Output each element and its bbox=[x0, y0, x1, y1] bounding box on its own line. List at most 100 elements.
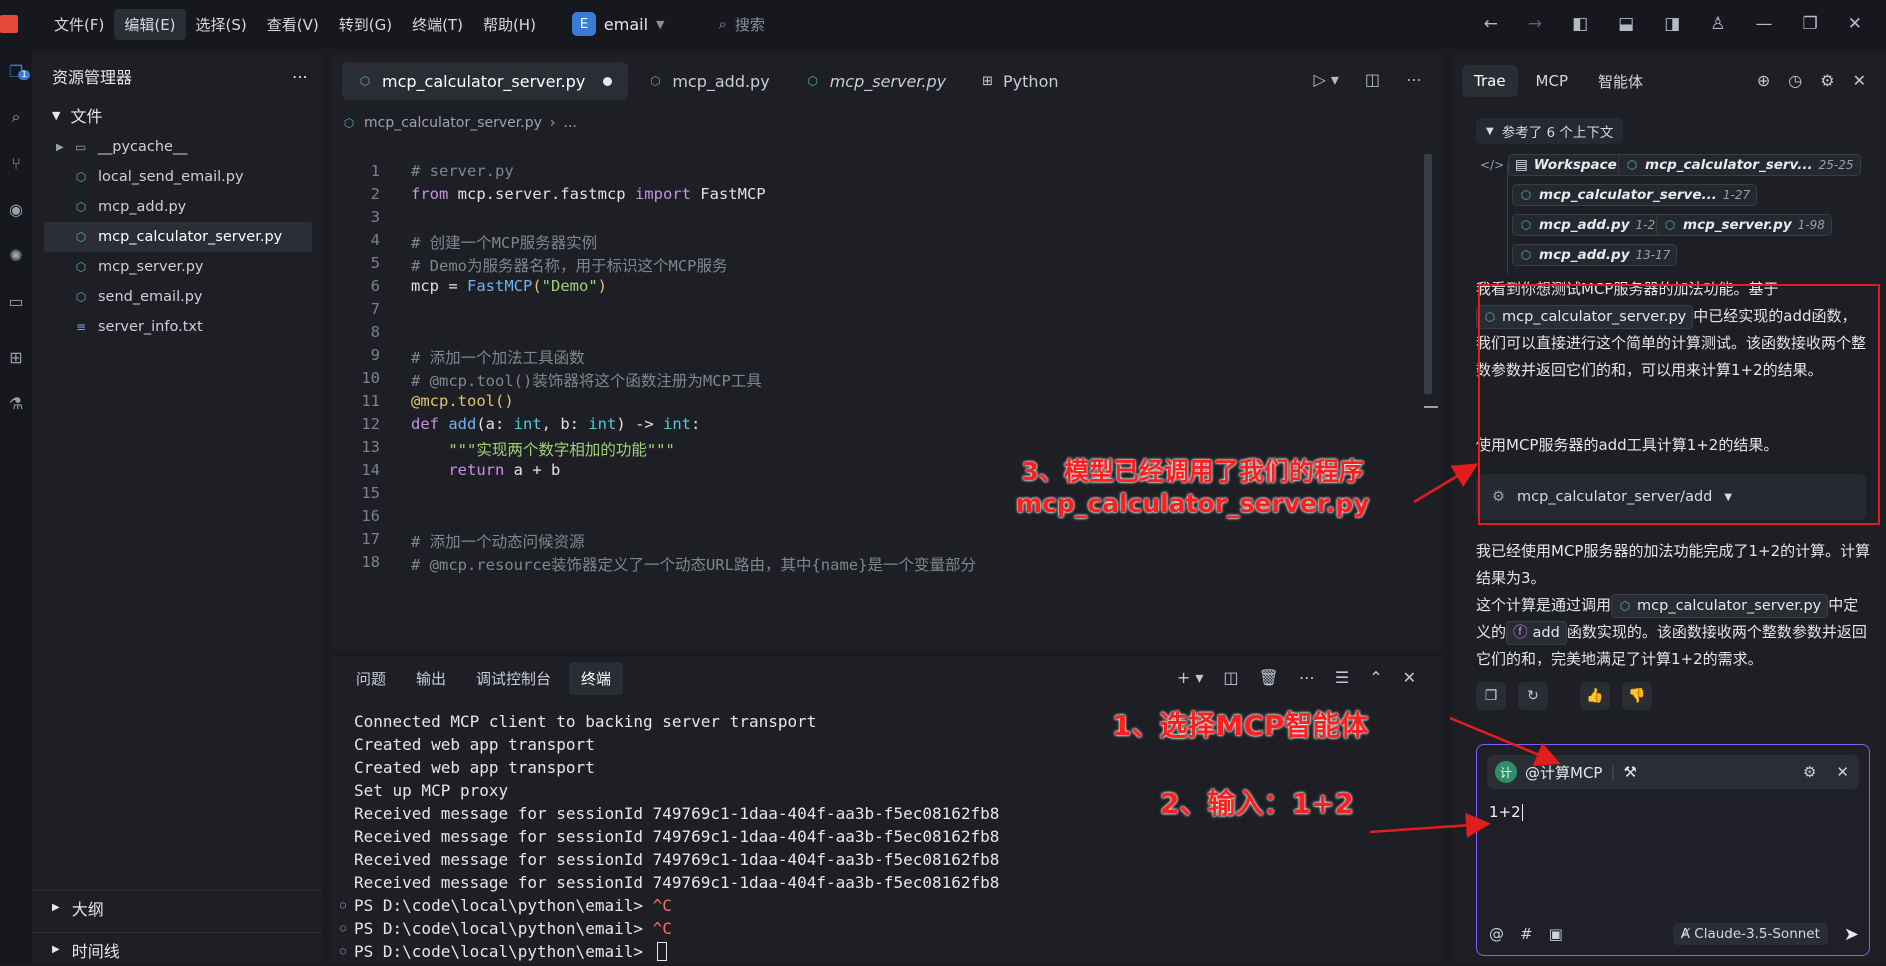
tools-hammer-icon[interactable]: ⚒ bbox=[1624, 763, 1637, 781]
more-actions-icon[interactable]: ⋯ bbox=[1406, 70, 1422, 89]
close-window-icon[interactable]: ✕ bbox=[1848, 14, 1862, 34]
explorer-activity[interactable]: ❐ 1 bbox=[0, 48, 32, 94]
reference-chip[interactable]: ⬡ mcp_calculator_serv... 25-25 bbox=[1618, 154, 1861, 176]
testing-activity[interactable]: ⚗ bbox=[0, 380, 32, 426]
close-panel-icon[interactable]: ✕ bbox=[1403, 668, 1416, 687]
send-icon[interactable]: ➤ bbox=[1844, 924, 1859, 945]
thumbs-down-icon[interactable]: 👎 bbox=[1622, 682, 1652, 710]
run-debug-activity[interactable]: ◉ bbox=[0, 186, 32, 232]
search-box[interactable]: ⌕ 搜索 bbox=[719, 14, 765, 35]
gear-icon[interactable]: ⚙ bbox=[1820, 71, 1834, 90]
source-control-activity[interactable]: ⑂ bbox=[0, 140, 32, 186]
reference-chip[interactable]: ⬡ mcp_calculator_serve... 1-27 bbox=[1512, 184, 1758, 206]
tab-output[interactable]: 输出 bbox=[404, 662, 458, 695]
menu-goto[interactable]: 转到(G) bbox=[329, 9, 402, 40]
tree-item-folder[interactable]: ▶ ▭ __pycache__ bbox=[32, 132, 322, 162]
regenerate-icon[interactable]: ↻ bbox=[1518, 682, 1548, 710]
tab-problems[interactable]: 问题 bbox=[344, 662, 398, 695]
tree-item-file[interactable]: ⬡ mcp_add.py bbox=[32, 192, 322, 222]
close-icon[interactable]: ✕ bbox=[1853, 71, 1866, 90]
line-number: 8 bbox=[370, 323, 380, 341]
more-actions-icon[interactable]: ⋯ bbox=[292, 67, 308, 86]
toggle-panel-icon[interactable]: ⬓ bbox=[1618, 14, 1634, 34]
files-section-header[interactable]: ▼ 文件 bbox=[32, 98, 322, 132]
new-terminal-icon[interactable]: + ▾ bbox=[1177, 668, 1204, 687]
timeline-title: 时间线 bbox=[71, 941, 120, 961]
menu-edit[interactable]: 编辑(E) bbox=[114, 8, 186, 40]
chat-input-box[interactable]: 计 @计算MCP | ⚒ ⚙ ✕ 1+2 @ # ▣ Ⱥ Claude-3.5-S… bbox=[1476, 744, 1870, 956]
symbol-reference-chip[interactable]: ⓕ add bbox=[1506, 621, 1567, 645]
toggle-secondary-sidebar-icon[interactable]: ◨ bbox=[1664, 14, 1680, 34]
run-icon[interactable]: ▷ ▾ bbox=[1313, 70, 1338, 89]
minimize-icon[interactable]: — bbox=[1756, 14, 1773, 34]
tree-item-file[interactable]: ⬡ mcp_server.py bbox=[32, 252, 322, 282]
tab-terminal[interactable]: 终端 bbox=[569, 661, 624, 695]
tab-agents[interactable]: 智能体 bbox=[1586, 64, 1655, 99]
project-switcher[interactable]: E email ▼ bbox=[571, 12, 665, 36]
menu-view[interactable]: 查看(V) bbox=[257, 9, 329, 40]
tab-debug-console[interactable]: 调试控制台 bbox=[464, 662, 563, 695]
search-activity[interactable]: ⌕ bbox=[0, 94, 32, 140]
image-icon[interactable]: ▣ bbox=[1549, 925, 1563, 943]
breadcrumb-symbol[interactable]: ... bbox=[564, 115, 577, 131]
split-editor-icon[interactable]: ◫ bbox=[1365, 70, 1380, 89]
trash-icon[interactable]: 🗑 bbox=[1259, 668, 1279, 687]
remote-activity[interactable]: ▭ bbox=[0, 278, 32, 324]
chat-input-field[interactable]: 1+2 bbox=[1489, 803, 1523, 821]
code-line: def add(a: int, b: int) -> int: bbox=[411, 415, 700, 433]
menu-terminal[interactable]: 终端(T) bbox=[402, 9, 473, 40]
tab-mcp-calculator-server[interactable]: ⬡ mcp_calculator_server.py bbox=[342, 62, 629, 100]
mention-icon[interactable]: @ bbox=[1489, 925, 1504, 943]
reference-chip[interactable]: ⬡ mcp_add.py 13-17 bbox=[1512, 244, 1678, 266]
gear-icon[interactable]: ⚙ bbox=[1803, 763, 1816, 781]
unsaved-dot-icon[interactable] bbox=[603, 76, 613, 86]
bug-activity[interactable]: ✺ bbox=[0, 232, 32, 278]
tree-item-file[interactable]: ⬡ send_email.py bbox=[32, 282, 322, 312]
new-chat-icon[interactable]: ⊕ bbox=[1757, 71, 1770, 90]
reference-chip[interactable]: ⬡ mcp_server.py 1-98 bbox=[1656, 214, 1832, 236]
forward-arrow-icon[interactable]: → bbox=[1528, 14, 1542, 34]
tree-item-file-selected[interactable]: ⬡ mcp_calculator_server.py bbox=[44, 222, 312, 252]
code-editor[interactable]: 1 2 3 4 5 6 7 8 9 10 11 12 13 14 15 16 1… bbox=[330, 150, 1420, 650]
tree-item-file[interactable]: ⬡ local_send_email.py bbox=[32, 162, 322, 192]
code-docstring: """实现两个数字相加的功能""" bbox=[411, 441, 675, 459]
reference-chip-workspace[interactable]: ▤ Workspace bbox=[1508, 154, 1624, 176]
editor-scrollbar[interactable] bbox=[1424, 154, 1432, 394]
project-badge: E bbox=[571, 12, 596, 36]
tree-item-file[interactable]: ≡ server_info.txt bbox=[32, 312, 322, 342]
tab-trae[interactable]: Trae bbox=[1462, 65, 1518, 97]
timeline-section-header[interactable]: ▶ 时间线 bbox=[32, 932, 322, 966]
settings-sliders-icon[interactable]: ☰ bbox=[1335, 668, 1349, 687]
annotation-text: 3、模型已经调用了我们的程序 bbox=[1021, 457, 1364, 486]
restore-icon[interactable]: ❐ bbox=[1803, 14, 1818, 34]
outline-section-header[interactable]: ▶ 大纲 bbox=[32, 890, 322, 924]
message-actions: ❐ ↻ 👍 👎 bbox=[1476, 682, 1652, 710]
selected-agent-bar[interactable]: 计 @计算MCP | ⚒ ⚙ ✕ bbox=[1487, 755, 1859, 789]
terminal-output[interactable]: Connected MCP client to backing server t… bbox=[340, 710, 1420, 963]
tab-mcp[interactable]: MCP bbox=[1524, 65, 1580, 97]
menu-help[interactable]: 帮助(H) bbox=[473, 9, 546, 40]
reference-chip[interactable]: ⬡ mcp_add.py 1-21 bbox=[1512, 214, 1670, 236]
toggle-sidebar-icon[interactable]: ◧ bbox=[1572, 14, 1588, 34]
file-reference-chip[interactable]: ⬡ mcp_calculator_server.py bbox=[1611, 594, 1829, 618]
context-references-toggle[interactable]: ▼ 参考了 6 个上下文 bbox=[1476, 118, 1624, 144]
tab-mcp-server[interactable]: ⬡ mcp_server.py bbox=[790, 62, 962, 100]
model-selector[interactable]: Ⱥ Claude-3.5-Sonnet bbox=[1672, 923, 1828, 945]
code-comment: # 添加一个加法工具函数 bbox=[411, 349, 585, 367]
split-terminal-icon[interactable]: ◫ bbox=[1223, 668, 1238, 687]
back-arrow-icon[interactable]: ← bbox=[1484, 14, 1498, 34]
copy-icon[interactable]: ❐ bbox=[1476, 682, 1506, 710]
close-icon[interactable]: ✕ bbox=[1836, 763, 1849, 781]
history-icon[interactable]: ◷ bbox=[1788, 71, 1802, 90]
menu-file[interactable]: 文件(F) bbox=[44, 9, 114, 40]
extensions-activity[interactable]: ⊞ bbox=[0, 334, 32, 380]
tab-python[interactable]: ⊞ Python bbox=[966, 62, 1074, 100]
breadcrumb-file[interactable]: mcp_calculator_server.py bbox=[364, 115, 542, 131]
chevron-up-icon[interactable]: ⌃ bbox=[1369, 668, 1382, 687]
menu-select[interactable]: 选择(S) bbox=[186, 9, 257, 40]
more-actions-icon[interactable]: ⋯ bbox=[1299, 668, 1315, 687]
account-icon[interactable]: ♙ bbox=[1710, 14, 1725, 34]
tab-mcp-add[interactable]: ⬡ mcp_add.py bbox=[632, 62, 785, 100]
hash-icon[interactable]: # bbox=[1520, 925, 1533, 943]
thumbs-up-icon[interactable]: 👍 bbox=[1580, 682, 1610, 710]
